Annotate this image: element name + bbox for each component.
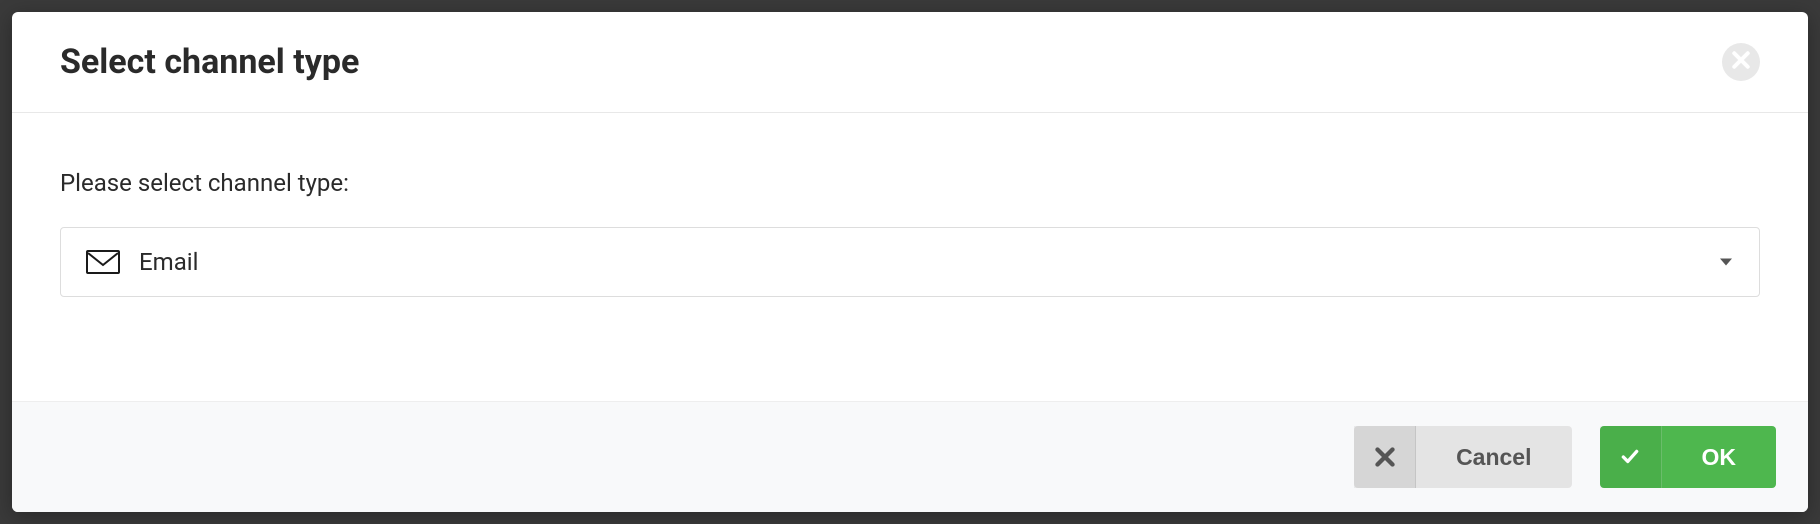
chevron-down-icon [1720,259,1732,266]
cancel-button-label: Cancel [1416,444,1571,471]
close-icon [1732,51,1750,73]
select-field[interactable]: Email [60,227,1760,297]
select-channel-type-modal: Select channel type Please select channe… [12,12,1808,512]
modal-title: Select channel type [60,42,359,82]
check-icon [1600,426,1662,488]
select-value: Email [139,248,198,276]
modal-header: Select channel type [12,12,1808,113]
prompt-label: Please select channel type: [60,169,1760,197]
modal-footer: Cancel OK [12,401,1808,512]
channel-type-select[interactable]: Email [60,227,1760,297]
ok-button-label: OK [1662,444,1777,471]
envelope-icon [85,248,121,276]
modal-body: Please select channel type: Email [12,113,1808,401]
x-icon [1354,426,1416,488]
cancel-button[interactable]: Cancel [1354,426,1571,488]
ok-button[interactable]: OK [1600,426,1777,488]
close-button[interactable] [1722,43,1760,81]
